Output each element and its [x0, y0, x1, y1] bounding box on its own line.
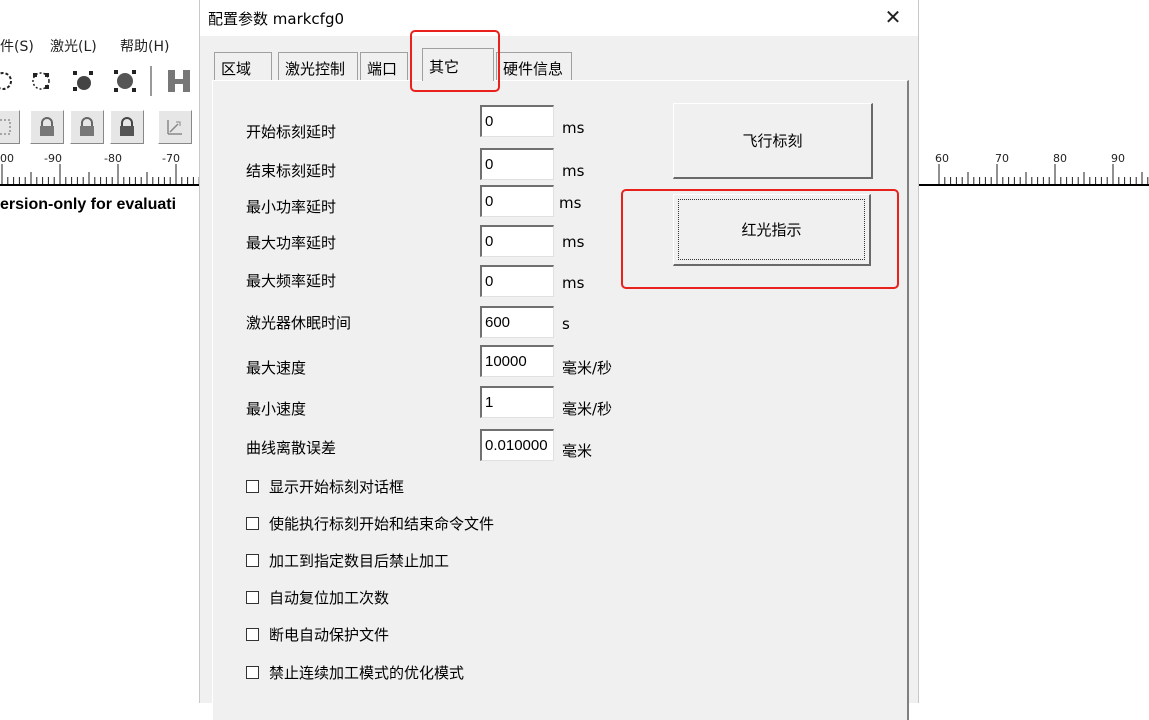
field-label: 曲线离散误差 — [246, 439, 337, 457]
checkbox-box[interactable] — [246, 590, 259, 604]
checkbox-disable-continuous-optimization[interactable]: 禁止连续加工模式的优化模式 — [246, 662, 464, 682]
field-unit: ms — [562, 274, 585, 292]
checkbox-box[interactable] — [246, 516, 259, 530]
max-freq-delay-input[interactable] — [480, 265, 554, 297]
checkbox-label: 使能执行标刻开始和结束命令文件 — [269, 514, 495, 533]
tab-other[interactable]: 其它 — [422, 48, 494, 81]
lock-all-icon[interactable] — [110, 110, 144, 144]
menu-item-laser[interactable]: 激光(L) — [50, 36, 97, 56]
checkbox-label: 自动复位加工次数 — [269, 588, 390, 607]
horizontal-ruler-right: 60 70 80 90 — [919, 150, 1149, 186]
min-speed-input[interactable] — [480, 386, 554, 418]
node-move-icon[interactable] — [66, 64, 100, 98]
field-unit: ms — [562, 233, 585, 251]
max-speed-input[interactable] — [480, 345, 554, 377]
tab-hardware-info[interactable]: 硬件信息 — [496, 52, 572, 80]
field-unit: 毫米/秒 — [562, 400, 613, 418]
node-select-icon[interactable] — [24, 64, 58, 98]
origin-icon[interactable] — [158, 110, 192, 144]
field-unit: s — [562, 315, 570, 333]
checkbox-auto-reset-count[interactable]: 自动复位加工次数 — [246, 587, 389, 607]
min-power-delay-input[interactable] — [480, 185, 554, 217]
field-unit: ms — [559, 194, 582, 212]
tab-region[interactable]: 区域 — [214, 52, 272, 80]
config-dialog: 配置参数 markcfg0 ✕ 区域 激光控制 端口 其它 硬件信息 开始标刻延… — [199, 0, 919, 720]
curve-error-input[interactable] — [480, 429, 554, 461]
focus-rect — [678, 199, 865, 260]
field-unit: ms — [562, 119, 585, 137]
close-icon[interactable]: ✕ — [882, 6, 904, 28]
checkbox-show-start-dialog[interactable]: 显示开始标刻对话框 — [246, 476, 404, 496]
fly-mark-label: 飞行标刻 — [742, 132, 803, 150]
checkbox-enable-command-files[interactable]: 使能执行标刻开始和结束命令文件 — [246, 513, 494, 533]
checkbox-label: 显示开始标刻对话框 — [269, 477, 405, 496]
end-mark-delay-input[interactable] — [480, 148, 554, 180]
tab-port[interactable]: 端口 — [360, 52, 408, 80]
checkbox-box[interactable] — [246, 665, 259, 679]
fly-mark-button[interactable]: 飞行标刻 — [673, 103, 873, 179]
horizontal-ruler-left: 00 -90 -80 -70 — [0, 150, 203, 186]
h-align-icon[interactable] — [162, 64, 196, 98]
checkbox-label: 断电自动保护文件 — [269, 625, 390, 644]
field-label: 最大频率延时 — [246, 272, 337, 290]
tab-panel-other: 开始标刻延时 ms 结束标刻延时 ms 最小功率延时 ms 最大功率延时 ms … — [212, 80, 909, 720]
checkbox-stop-after-count[interactable]: 加工到指定数目后禁止加工 — [246, 550, 449, 570]
checkbox-label: 加工到指定数目后禁止加工 — [269, 551, 450, 570]
ruler-ticks — [938, 164, 1149, 184]
dialog-titlebar[interactable]: 配置参数 markcfg0 ✕ — [200, 0, 918, 36]
tab-laser-control[interactable]: 激光控制 — [278, 52, 358, 80]
toolbar-separator — [150, 66, 152, 96]
evaluation-watermark-text: ersion-only for evaluati — [0, 196, 177, 213]
lock-icon[interactable] — [30, 110, 64, 144]
checkbox-box[interactable] — [246, 479, 259, 493]
field-label: 结束标刻延时 — [246, 162, 337, 180]
dialog-title: 配置参数 markcfg0 — [208, 10, 345, 28]
field-label: 激光器休眠时间 — [246, 314, 352, 332]
unlock-icon[interactable] — [70, 110, 104, 144]
menu-item-help[interactable]: 帮助(H) — [120, 36, 169, 56]
field-label: 最大功率延时 — [246, 234, 337, 252]
start-mark-delay-input[interactable] — [480, 105, 554, 137]
node-edit-icon[interactable] — [0, 64, 20, 98]
checkbox-box[interactable] — [246, 627, 259, 641]
field-label: 开始标刻延时 — [246, 123, 337, 141]
field-unit: ms — [562, 162, 585, 180]
field-label: 最大速度 — [246, 359, 307, 377]
grid-icon[interactable] — [0, 110, 20, 144]
node-fill-icon[interactable] — [108, 64, 142, 98]
background-toolbar-1 — [0, 62, 210, 100]
field-unit: 毫米 — [562, 442, 593, 460]
checkbox-power-off-save[interactable]: 断电自动保护文件 — [246, 624, 389, 644]
ruler-ticks — [1, 164, 200, 184]
red-light-button[interactable]: 红光指示 — [673, 194, 871, 266]
field-label: 最小速度 — [246, 400, 307, 418]
field-label: 最小功率延时 — [246, 198, 337, 216]
background-menubar: 件(S) 激光(L) 帮助(H) — [0, 36, 210, 58]
checkbox-label: 禁止连续加工模式的优化模式 — [269, 663, 465, 682]
menu-item-file[interactable]: 件(S) — [0, 36, 34, 56]
max-power-delay-input[interactable] — [480, 225, 554, 257]
checkbox-box[interactable] — [246, 553, 259, 567]
laser-sleep-time-input[interactable] — [480, 306, 554, 338]
background-toolbar-2 — [0, 104, 210, 150]
field-unit: 毫米/秒 — [562, 359, 613, 377]
